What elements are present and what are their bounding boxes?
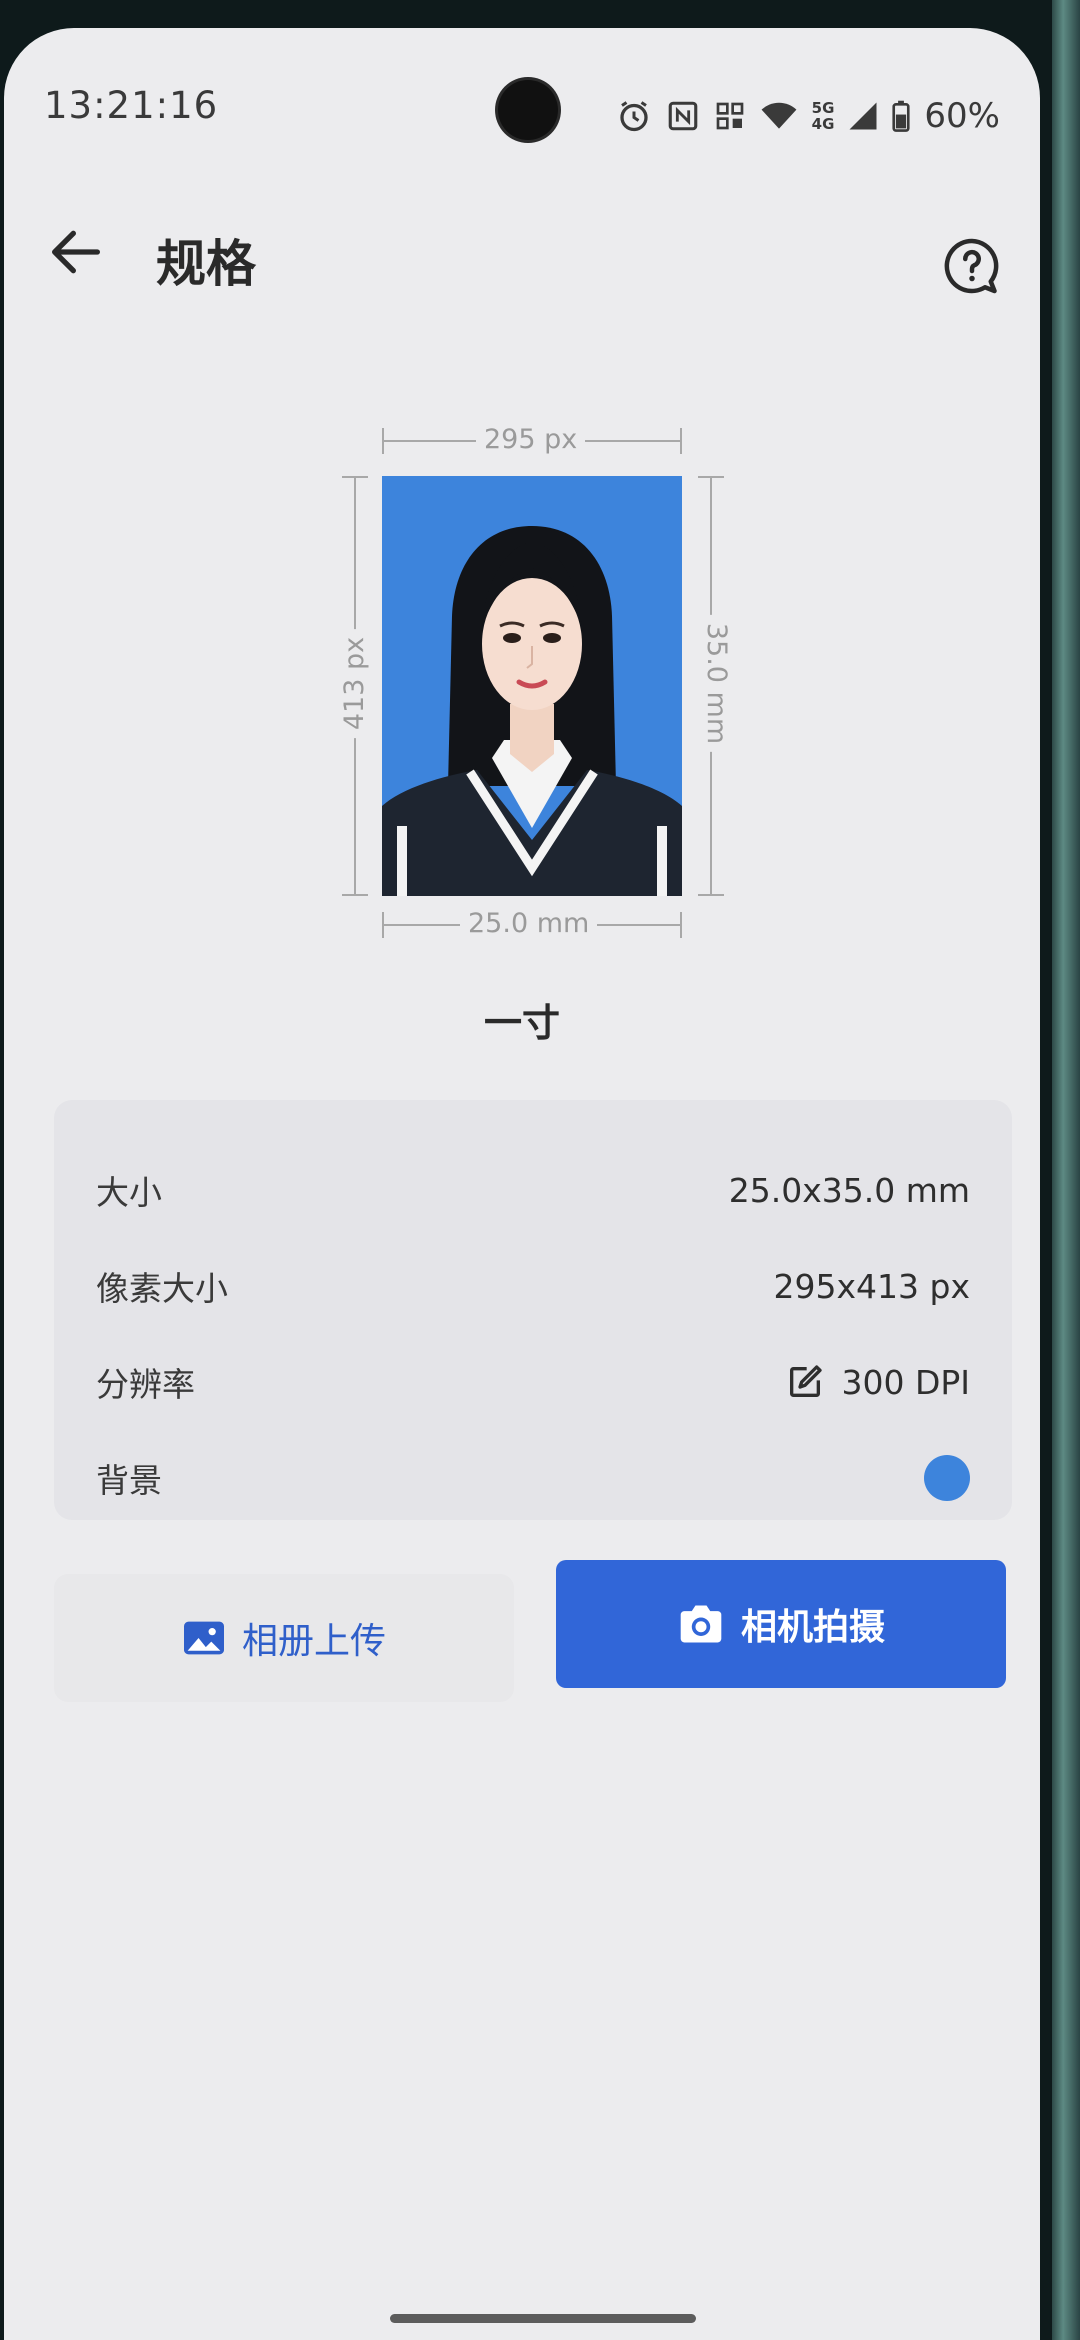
status-icons: 5G 4G 60%	[616, 96, 1000, 136]
phone-edge	[1052, 0, 1080, 2340]
width-px-tick-right	[680, 428, 682, 454]
info-row-size: 大小 25.0x35.0 mm	[54, 1142, 1012, 1238]
nfc-icon	[666, 99, 700, 133]
network-type: 5G 4G	[812, 100, 835, 132]
edit-icon[interactable]	[785, 1362, 825, 1402]
resolution-value-group[interactable]: 300 DPI	[785, 1362, 970, 1402]
height-mm-tick-top	[698, 476, 724, 478]
resolution-label: 分辨率	[96, 1365, 195, 1404]
spec-name: 一寸	[483, 1001, 560, 1045]
height-px-label: 413 px	[339, 628, 371, 739]
height-px-tick-top	[342, 476, 368, 478]
id-photo-sample	[382, 476, 682, 896]
spec-info-card: 大小 25.0x35.0 mm 像素大小 295x413 px 分辨率 300 …	[54, 1100, 1012, 1520]
width-mm-label: 25.0 mm	[460, 908, 598, 939]
pixel-size-label: 像素大小	[96, 1269, 228, 1308]
album-upload-button[interactable]: 相册上传	[54, 1574, 514, 1702]
resolution-value: 300 DPI	[841, 1362, 970, 1402]
width-mm-tick-left	[382, 912, 384, 938]
info-row-pixel-size: 像素大小 295x413 px	[54, 1238, 1012, 1334]
width-mm-tick-right	[680, 912, 682, 938]
album-upload-label: 相册上传	[241, 1621, 386, 1662]
gallery-icon	[183, 1621, 224, 1655]
phone: 13:21:16 5G 4G 60% 规格 295 px 413 px 35.0…	[0, 0, 1080, 2340]
wifi-icon	[760, 100, 798, 132]
arrow-left-icon	[52, 230, 100, 274]
info-row-background[interactable]: 背景	[54, 1430, 1012, 1526]
page-title: 规格	[156, 235, 256, 293]
home-indicator[interactable]	[390, 2314, 696, 2323]
help-button[interactable]	[942, 236, 1002, 296]
camera-capture-button[interactable]: 相机拍摄	[556, 1560, 1006, 1688]
alarm-icon	[616, 98, 652, 134]
width-px-tick-left	[382, 428, 384, 454]
screen: 13:21:16 5G 4G 60% 规格 295 px 413 px 35.0…	[4, 28, 1040, 2340]
background-color-swatch[interactable]	[924, 1455, 970, 1501]
size-value: 25.0x35.0 mm	[728, 1170, 970, 1210]
photo-spec-preview: 295 px 413 px 35.0 mm 25.0 mm	[334, 424, 733, 964]
background-label: 背景	[96, 1461, 162, 1500]
scan-icon	[714, 99, 746, 133]
question-bubble-icon	[944, 238, 999, 294]
status-time: 13:21:16	[44, 84, 219, 127]
height-px-tick-bottom	[342, 894, 368, 896]
front-camera	[498, 80, 558, 140]
back-button[interactable]	[44, 220, 108, 284]
size-label: 大小	[96, 1173, 162, 1212]
network-4g-label: 4G	[811, 115, 835, 133]
signal-icon	[848, 100, 878, 132]
camera-capture-label: 相机拍摄	[740, 1607, 885, 1648]
info-row-resolution[interactable]: 分辨率 300 DPI	[54, 1334, 1012, 1430]
portrait-illustration	[382, 476, 682, 896]
height-mm-label: 35.0 mm	[701, 614, 733, 753]
height-mm-tick-bottom	[698, 894, 724, 896]
network-5g-label: 5G	[811, 99, 835, 117]
camera-icon	[680, 1605, 722, 1643]
pixel-size-value: 295x413 px	[773, 1266, 970, 1306]
width-px-label: 295 px	[476, 424, 586, 455]
battery-icon	[892, 100, 911, 132]
battery-percent: 60%	[924, 96, 1000, 136]
